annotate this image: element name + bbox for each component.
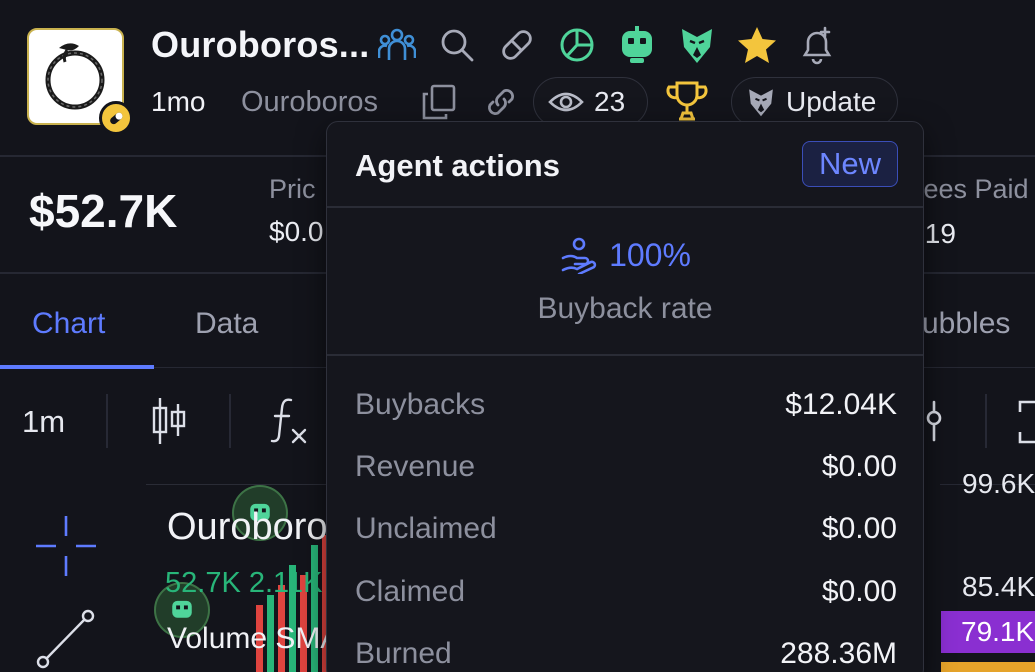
stat-row-value: $0.00 — [821, 575, 897, 608]
tab-chart[interactable]: Chart — [32, 307, 105, 341]
buyback-rate-value: 100% — [609, 236, 691, 273]
chart-series-title: Ouroboros — [167, 506, 347, 548]
pill-badge-icon — [99, 101, 133, 135]
link-icon[interactable] — [481, 82, 521, 122]
popover-divider — [327, 354, 923, 356]
market-cap-value: $52.7K — [29, 185, 178, 237]
stat-row-label: Revenue — [355, 450, 476, 483]
star-icon[interactable] — [734, 24, 780, 66]
trendline-icon[interactable] — [34, 606, 98, 670]
eagle-icon — [746, 86, 776, 118]
buyback-rate-label: Buyback rate — [537, 292, 713, 325]
update-button[interactable]: Update — [731, 77, 898, 127]
stat-row-value: $0.00 — [821, 512, 897, 545]
stat-row-label: Claimed — [355, 575, 466, 608]
new-badge: New — [802, 141, 898, 187]
views-pill[interactable]: 23 — [533, 77, 648, 127]
views-count: 23 — [594, 86, 626, 117]
tab-bubbles[interactable]: ubbles — [922, 307, 1010, 341]
ohlc-value: 52.7K — [165, 567, 241, 599]
stat-row-value: $12.04K — [785, 388, 897, 421]
price-marker-bar — [941, 662, 1035, 672]
robot-icon[interactable] — [614, 24, 660, 66]
copy-icon[interactable] — [420, 82, 458, 122]
fees-paid-label: Fees Paid — [907, 174, 1029, 204]
pie-chart-icon[interactable] — [554, 24, 600, 66]
buyback-rate: 100% — [327, 236, 923, 274]
bell-plus-icon[interactable] — [794, 24, 840, 66]
current-price-badge: 79.1K — [941, 611, 1035, 653]
price-level: 99.6K — [962, 474, 1035, 498]
price-level: 85.4K — [962, 571, 1035, 602]
crosshair-icon[interactable] — [34, 514, 98, 578]
token-name: Ouroboros... — [151, 24, 370, 65]
toolbar-separator — [106, 394, 108, 448]
tab-data[interactable]: Data — [195, 307, 258, 341]
users-icon[interactable] — [374, 24, 420, 66]
toolbar-separator — [229, 394, 231, 448]
stat-row-label: Buybacks — [355, 388, 486, 421]
stat-row-value: 288.36M — [780, 637, 897, 670]
price-value: $0.0 — [269, 216, 324, 247]
ohlc-value: 2.11K — [248, 567, 323, 599]
interval-selector[interactable]: 1m — [22, 404, 65, 440]
pin-icon[interactable] — [920, 398, 948, 444]
function-icon[interactable] — [269, 396, 313, 446]
candles-icon[interactable] — [150, 396, 190, 446]
trophy-icon[interactable] — [664, 79, 710, 123]
stat-row-label: Unclaimed — [355, 512, 497, 545]
agent-actions-popover: Agent actions New 100% Buyback rate Buyb… — [326, 121, 924, 672]
eagle-icon[interactable] — [674, 24, 720, 66]
price-label: Pric — [269, 174, 316, 204]
toolbar-separator — [985, 394, 987, 448]
popover-title: Agent actions — [355, 148, 560, 183]
hand-coins-icon — [559, 236, 597, 274]
pill-icon[interactable] — [494, 24, 540, 66]
volume-indicator-label: Volume SMA — [167, 622, 341, 655]
header-icon-row — [374, 24, 840, 66]
popover-divider — [327, 206, 923, 208]
search-icon[interactable] — [434, 24, 480, 66]
stat-row-label: Burned — [355, 637, 452, 670]
active-tab-indicator — [0, 365, 154, 369]
token-symbol: Ouroboros — [241, 86, 379, 118]
eye-icon — [548, 90, 584, 114]
fullscreen-icon[interactable] — [1016, 398, 1035, 446]
chart-ohlc-values: 52.7K 2.11K — [165, 567, 323, 600]
token-age: 1mo — [151, 86, 206, 117]
update-label: Update — [786, 86, 877, 117]
stat-row-value: $0.00 — [821, 450, 897, 483]
